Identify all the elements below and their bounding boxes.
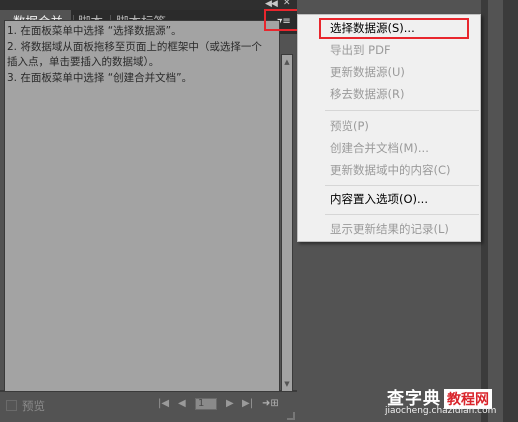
menu-item-export-pdf[interactable]: 导出到 PDF [330, 40, 391, 60]
data-merge-panel: ◀◀ ✕ ◇数据合并 脚本 脚本标签 ▾≡ 1. 在面板菜单中选择 “选择数据源… [0, 0, 297, 422]
menu-item-content-placement-options[interactable]: 内容置入选项(O)... [330, 189, 428, 209]
site-watermark: 查字典 教程网 jiaocheng.chazidian.com [381, 382, 518, 422]
menu-item-show-update-log[interactable]: 显示更新结果的记录(L) [330, 219, 449, 239]
panel-context-menu: 选择数据源(S)... 导出到 PDF 更新数据源(U) 移去数据源(R) 预览… [297, 14, 481, 242]
export-icon[interactable]: ➜⊞ [262, 397, 279, 411]
instruction-line: 1. 在面板菜单中选择 “选择数据源”。 [7, 25, 182, 37]
preview-label: 预览 [22, 399, 45, 413]
last-page-icon[interactable]: ▶| [242, 397, 253, 411]
instruction-line: 2. 将数据域从面板拖移至页面上的框架中（或选择一个 [7, 40, 262, 53]
highlight-box-panel-menu [264, 9, 301, 31]
menu-separator [325, 214, 479, 215]
menu-separator [325, 185, 479, 186]
panel-bottom-bar: 预览 |◀ ◀ 1 ▶ ▶| ➜⊞ [0, 392, 297, 422]
instruction-line: 插入点，单击要插入的数据域）。 [7, 56, 160, 68]
preview-checkbox[interactable] [6, 400, 17, 411]
menu-item-preview[interactable]: 预览(P) [330, 116, 369, 136]
instruction-line: 3. 在面板菜单中选择 “创建合并文档”。 [7, 71, 193, 84]
watermark-url: jiaocheng.chazidian.com [385, 406, 497, 416]
panel-title-bar: ◀◀ ✕ [0, 0, 297, 10]
scroll-down-arrow-icon[interactable]: ▼ [282, 379, 292, 389]
double-chevron-left-icon[interactable]: ◀◀ [265, 0, 278, 9]
instructions-area: 1. 在面板菜单中选择 “选择数据源”。 2. 将数据域从面板拖移至页面上的框架… [4, 20, 280, 392]
close-icon[interactable]: ✕ [283, 0, 291, 8]
menu-item-create-merged-document[interactable]: 创建合并文档(M)... [330, 138, 429, 158]
workspace-divider [481, 0, 488, 422]
page-number-field[interactable]: 1 [195, 398, 217, 410]
vertical-scrollbar[interactable]: ▲ ▼ [281, 54, 293, 392]
menu-item-update-content[interactable]: 更新数据域中的内容(C) [330, 160, 451, 180]
workspace-edge [503, 0, 518, 422]
resize-grip-icon[interactable] [287, 412, 295, 420]
first-page-icon[interactable]: |◀ [158, 397, 169, 411]
scroll-up-arrow-icon[interactable]: ▲ [282, 57, 292, 67]
next-page-icon[interactable]: ▶ [226, 397, 234, 411]
highlight-box-select-data-source [319, 18, 469, 39]
menu-separator [325, 110, 479, 111]
menu-item-update-data-source[interactable]: 更新数据源(U) [330, 62, 405, 82]
menu-item-remove-data-source[interactable]: 移去数据源(R) [330, 84, 404, 104]
instructions-text: 1. 在面板菜单中选择 “选择数据源”。 2. 将数据域从面板拖移至页面上的框架… [5, 21, 279, 89]
previous-page-icon[interactable]: ◀ [178, 397, 186, 411]
